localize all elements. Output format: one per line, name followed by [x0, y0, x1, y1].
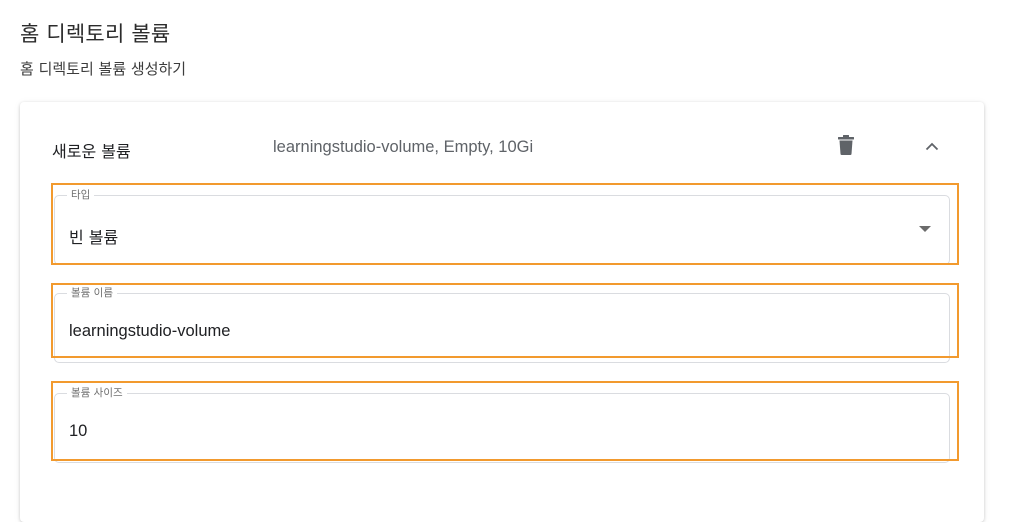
volume-type-label: 타입 — [67, 189, 95, 201]
volume-name-value[interactable]: learningstudio-volume — [69, 322, 230, 341]
volume-size-label: 볼륨 사이즈 — [67, 387, 127, 399]
volume-type-select[interactable]: 타입 빈 볼륨 — [54, 189, 950, 265]
volume-card-summary: learningstudio-volume, Empty, 10Gi — [273, 138, 534, 156]
delete-volume-button[interactable] — [832, 130, 860, 160]
trash-icon — [838, 135, 854, 155]
volume-name-label: 볼륨 이름 — [67, 287, 117, 299]
dropdown-arrow-icon[interactable] — [919, 226, 931, 232]
page-subtitle: 홈 디렉토리 볼륨 생성하기 — [20, 60, 187, 78]
volume-size-field[interactable]: 볼륨 사이즈 10 — [54, 387, 950, 463]
volume-type-value: 빈 볼륨 — [69, 228, 119, 247]
volume-card-title: 새로운 볼륨 — [52, 142, 131, 161]
collapse-button[interactable] — [918, 132, 946, 160]
volume-size-value[interactable]: 10 — [69, 422, 87, 441]
volume-name-field[interactable]: 볼륨 이름 learningstudio-volume — [54, 287, 950, 363]
page-title: 홈 디렉토리 볼륨 — [20, 22, 171, 46]
chevron-up-icon — [925, 142, 939, 150]
volume-card: 새로운 볼륨 learningstudio-volume, Empty, 10G… — [20, 102, 984, 522]
